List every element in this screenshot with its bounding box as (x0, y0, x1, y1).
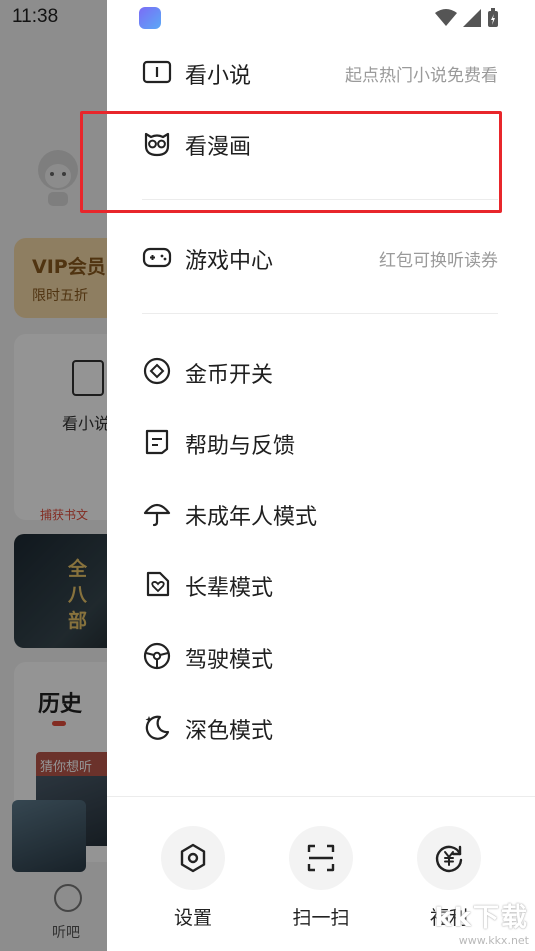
feedback-icon (145, 429, 169, 455)
divider (142, 313, 498, 314)
coin-icon (143, 357, 171, 385)
welfare-button[interactable] (417, 826, 481, 890)
steering-wheel-icon (143, 642, 171, 670)
menu-item-subtitle: 起点热门小说免费看 (345, 66, 498, 86)
menu-item-driving-mode[interactable]: 驾驶模式 (107, 626, 535, 686)
app-notification-icon (139, 7, 161, 29)
menu-item-novel[interactable]: 看小说 起点热门小说免费看 (107, 42, 535, 102)
menu-item-elder-mode[interactable]: 长辈模式 (107, 554, 535, 614)
menu-item-game-center[interactable]: 游戏中心 红包可换听读券 (107, 227, 535, 287)
moon-icon (145, 715, 170, 740)
menu-item-label: 帮助与反馈 (185, 434, 296, 459)
heart-tag-icon (146, 571, 170, 597)
menu-item-label: 驾驶模式 (185, 648, 274, 673)
menu-item-label: 看小说 (185, 64, 252, 89)
settings-button[interactable] (161, 826, 225, 890)
menu-item-dark-mode[interactable]: 深色模式 (107, 697, 535, 757)
menu-item-label: 金币开关 (185, 363, 274, 388)
settings-label: 设置 (173, 907, 212, 929)
battery-icon (488, 8, 498, 27)
menu-item-subtitle: 红包可换听读券 (379, 251, 498, 271)
gamepad-icon (142, 247, 172, 268)
scan-label: 扫一扫 (292, 907, 350, 929)
signal-icon (463, 9, 481, 27)
watermark: kk下载 www.kkx.net (434, 897, 529, 947)
menu-item-coin-switch[interactable]: 金币开关 (107, 341, 535, 401)
menu-item-label: 未成年人模式 (185, 505, 318, 530)
status-icons (435, 8, 499, 28)
watermark-url: www.kkx.net (458, 934, 529, 947)
book-icon (142, 60, 172, 84)
watermark-brand: kk下载 (434, 903, 529, 933)
scan-button[interactable] (289, 826, 353, 890)
menu-item-minor-mode[interactable]: 未成年人模式 (107, 483, 535, 543)
wifi-icon (435, 9, 457, 26)
scan-icon (307, 844, 335, 872)
gear-icon (180, 843, 206, 873)
menu-item-label: 游戏中心 (185, 249, 274, 274)
highlight-box (80, 111, 502, 213)
menu-item-label: 深色模式 (185, 719, 274, 744)
menu-item-help-feedback[interactable]: 帮助与反馈 (107, 412, 535, 472)
umbrella-icon (143, 503, 171, 527)
menu-item-label: 长辈模式 (185, 576, 274, 601)
divider (107, 796, 535, 797)
yen-coin-icon (435, 845, 463, 873)
